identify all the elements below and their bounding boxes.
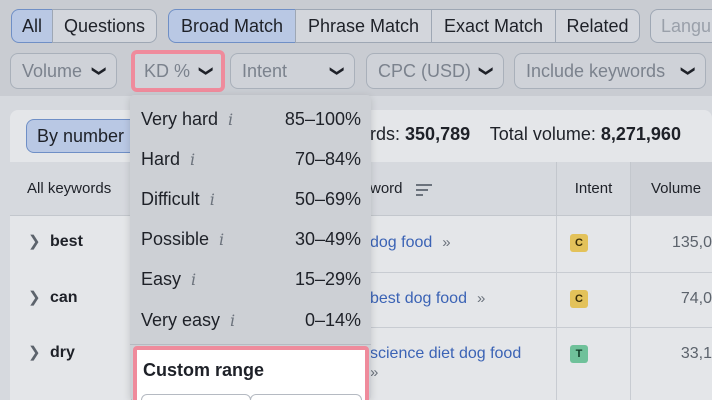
custom-range-title: Custom range bbox=[143, 360, 265, 380]
info-icon[interactable]: i bbox=[230, 301, 235, 341]
keyword-text: dog food bbox=[370, 234, 433, 251]
keyword-link[interactable]: dog food » bbox=[370, 234, 451, 252]
volume-value: 135,0 bbox=[671, 234, 712, 251]
chevron-down-icon: ❯ bbox=[479, 65, 496, 77]
volume-column-header[interactable]: Volume bbox=[630, 162, 712, 216]
intent-filter[interactable]: Intent ❯ bbox=[230, 53, 355, 89]
keywords-count-value: 350,789 bbox=[405, 124, 471, 144]
all-keywords-header: All keywords bbox=[27, 180, 112, 197]
row-divider bbox=[370, 272, 712, 273]
custom-range-from-input[interactable] bbox=[141, 394, 251, 400]
tab-questions[interactable]: Questions bbox=[52, 9, 157, 43]
keyword-group-best[interactable]: ❯ best bbox=[28, 232, 83, 251]
intent-badge: C bbox=[570, 234, 588, 252]
intent-filter-label: Intent bbox=[242, 61, 288, 81]
kd-option-possible[interactable]: Possible i 30–49% bbox=[141, 219, 361, 259]
kd-option-range: 85–100% bbox=[284, 109, 361, 129]
total-volume-value: 8,271,960 bbox=[600, 124, 681, 144]
intent-badge: T bbox=[570, 345, 588, 363]
sort-icon[interactable] bbox=[416, 184, 432, 199]
kd-option-label: Hard bbox=[141, 149, 181, 169]
info-icon[interactable]: i bbox=[228, 100, 233, 140]
divider bbox=[556, 216, 557, 400]
group-label: best bbox=[50, 233, 83, 250]
keyword-link[interactable]: science diet dog food bbox=[370, 345, 521, 363]
keyword-link[interactable]: best dog food » bbox=[370, 290, 485, 308]
info-icon[interactable]: i bbox=[191, 260, 196, 300]
kd-option-very-easy[interactable]: Very easy i 0–14% bbox=[141, 300, 361, 340]
kd-option-range: 70–84% bbox=[294, 149, 361, 169]
kd-option-range: 15–29% bbox=[294, 269, 361, 289]
kd-option-label: Very hard bbox=[141, 109, 219, 129]
chevron-right-icon: ❯ bbox=[28, 233, 41, 250]
volume-filter[interactable]: Volume ❯ bbox=[10, 53, 117, 89]
kd-option-difficult[interactable]: Difficult i 50–69% bbox=[141, 179, 361, 219]
custom-range-section: Custom range bbox=[133, 346, 369, 400]
info-icon[interactable]: i bbox=[219, 220, 224, 260]
volume-value: 33,1 bbox=[680, 345, 712, 362]
results-stats: rds: 350,789 Total volume: 8,271,960 bbox=[370, 124, 681, 145]
chevron-right-icon: ❯ bbox=[28, 289, 41, 306]
double-chevron-icon[interactable]: » bbox=[442, 234, 450, 251]
kd-option-easy[interactable]: Easy i 15–29% bbox=[141, 259, 361, 299]
volume-filter-label: Volume bbox=[22, 61, 83, 81]
keyword-link-arrows[interactable]: » bbox=[370, 364, 378, 382]
kd-option-range: 0–14% bbox=[304, 310, 361, 330]
group-label: can bbox=[50, 289, 78, 306]
chevron-down-icon: ❯ bbox=[92, 65, 109, 77]
match-type-tab-bar: All Questions Broad Match Phrase Match E… bbox=[0, 0, 712, 52]
kd-option-range: 50–69% bbox=[294, 189, 361, 209]
keyword-group-dry[interactable]: ❯ dry bbox=[28, 343, 75, 362]
keyword-group-can[interactable]: ❯ can bbox=[28, 288, 78, 307]
languages-select[interactable]: Langu bbox=[650, 9, 712, 43]
cpc-filter[interactable]: CPC (USD) ❯ bbox=[366, 53, 504, 89]
info-icon[interactable]: i bbox=[210, 180, 215, 220]
kd-option-label: Very easy bbox=[141, 310, 221, 330]
filter-bar: Volume ❯ KD % ❯ Intent ❯ CPC (USD) ❯ Inc… bbox=[0, 50, 712, 96]
tab-related[interactable]: Related bbox=[555, 9, 640, 43]
keyword-column-header[interactable]: word bbox=[370, 162, 403, 216]
intent-column-header[interactable]: Intent bbox=[556, 162, 630, 216]
tab-phrase-match[interactable]: Phrase Match bbox=[295, 9, 432, 43]
custom-range-to-input[interactable] bbox=[250, 394, 362, 400]
keyword-text: best dog food bbox=[370, 290, 467, 307]
info-icon[interactable]: i bbox=[190, 140, 195, 180]
kd-filter-label: KD % bbox=[144, 61, 191, 81]
kd-option-hard[interactable]: Hard i 70–84% bbox=[141, 139, 361, 179]
kd-option-range: 30–49% bbox=[294, 229, 361, 249]
kd-option-very-hard[interactable]: Very hard i 85–100% bbox=[141, 99, 361, 139]
divider bbox=[130, 344, 371, 345]
tab-all[interactable]: All bbox=[11, 9, 53, 43]
double-chevron-icon[interactable]: » bbox=[477, 290, 485, 307]
kd-option-label: Difficult bbox=[141, 189, 200, 209]
chevron-right-icon: ❯ bbox=[28, 344, 41, 361]
tab-exact-match[interactable]: Exact Match bbox=[431, 9, 556, 43]
total-volume-label: Total volume: bbox=[489, 124, 596, 144]
by-number-button[interactable]: By number bbox=[26, 119, 138, 153]
divider bbox=[630, 216, 631, 400]
row-divider bbox=[370, 327, 712, 328]
chevron-down-icon: ❯ bbox=[199, 65, 216, 77]
keyword-text: science diet dog food bbox=[370, 345, 522, 362]
chevron-down-icon: ❯ bbox=[330, 65, 347, 77]
kd-filter[interactable]: KD % ❯ bbox=[131, 50, 225, 92]
intent-badge: C bbox=[570, 290, 588, 308]
chevron-down-icon: ❯ bbox=[681, 65, 698, 77]
group-label: dry bbox=[50, 344, 75, 361]
tab-broad-match[interactable]: Broad Match bbox=[168, 9, 296, 43]
kd-option-label: Possible bbox=[141, 229, 210, 249]
keywords-count-label: rds: bbox=[370, 124, 401, 144]
double-chevron-icon[interactable]: » bbox=[370, 364, 378, 381]
cpc-filter-label: CPC (USD) bbox=[378, 61, 471, 81]
include-keywords-filter[interactable]: Include keywords ❯ bbox=[514, 53, 706, 89]
include-keywords-label: Include keywords bbox=[526, 61, 666, 81]
volume-value: 74,0 bbox=[680, 290, 712, 307]
kd-option-label: Easy bbox=[141, 269, 182, 289]
